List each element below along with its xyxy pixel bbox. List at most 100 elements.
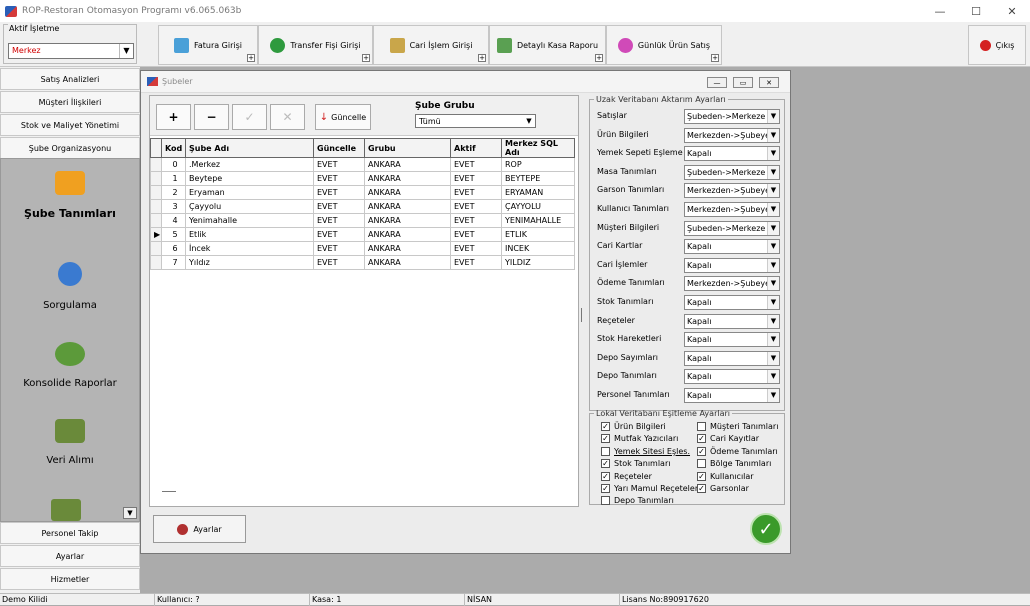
remote-sync-select[interactable]: Kapalı ▼ — [684, 295, 780, 310]
checked-box-icon[interactable]: ✓ — [697, 434, 706, 444]
local-sync-checkbox[interactable]: ✓ Stok Tanımları — [601, 459, 670, 469]
unchecked-box-icon[interactable] — [601, 496, 610, 506]
code-cell[interactable]: 5 — [161, 227, 186, 242]
active-cell[interactable]: EVET — [450, 185, 502, 200]
unchecked-box-icon[interactable] — [697, 422, 706, 431]
group-cell[interactable]: ANKARA — [364, 171, 451, 186]
remote-sync-select[interactable]: Kapalı ▼ — [684, 257, 780, 273]
code-cell[interactable]: 4 — [161, 213, 186, 228]
checked-box-icon[interactable]: ✓ — [601, 484, 610, 493]
branch-name-cell[interactable]: İncek — [185, 241, 314, 256]
branch-name-cell[interactable]: Beytepe — [185, 171, 314, 186]
remote-sync-select[interactable]: Kapalı ▼ — [684, 239, 780, 255]
code-cell[interactable]: 3 — [161, 199, 186, 214]
column-header-active[interactable]: Aktif — [450, 138, 502, 158]
branch-group-select[interactable]: Tümü ▼ — [415, 114, 536, 128]
group-cell[interactable]: ANKARA — [364, 185, 451, 200]
nav-query[interactable]: Sorgulama — [1, 262, 139, 311]
table-row[interactable]: 4 Yenimahalle EVET ANKARA EVET YENIMAHALLE — [150, 213, 575, 228]
update-cell[interactable]: EVET — [313, 227, 365, 242]
central-sql-name-cell[interactable]: ROP — [501, 157, 575, 172]
remote-sync-select[interactable]: Şubeden->Merkeze ▼ — [684, 220, 780, 236]
column-header-update[interactable]: Güncelle — [313, 138, 365, 158]
checked-box-icon[interactable]: ✓ — [697, 484, 706, 493]
update-cell[interactable]: EVET — [313, 185, 365, 200]
local-sync-checkbox[interactable]: Depo Tanımları — [601, 496, 674, 506]
expand-icon[interactable]: + — [362, 54, 370, 62]
table-row[interactable]: 3 Çayyolu EVET ANKARA EVET ÇAYYOLU — [150, 199, 575, 214]
window-minimize-button[interactable]: — — [707, 77, 727, 88]
table-row[interactable]: ▶ 5 Etlik EVET ANKARA EVET ETLIK — [150, 227, 575, 242]
remote-sync-select[interactable]: Merkezden->Şubeye ▼ — [684, 276, 780, 292]
settings-button[interactable]: Ayarlar — [153, 515, 246, 543]
central-sql-name-cell[interactable]: YILDIZ — [501, 255, 575, 270]
table-row[interactable]: 2 Eryaman EVET ANKARA EVET ERYAMAN — [150, 185, 575, 200]
active-business-select[interactable]: Merkez ▼ — [8, 43, 134, 59]
minimize-button[interactable]: — — [922, 0, 958, 22]
update-cell[interactable]: EVET — [313, 171, 365, 186]
nav-branch-organization[interactable]: Şube Organizasyonu — [0, 137, 140, 159]
group-cell[interactable]: ANKARA — [364, 199, 451, 214]
unchecked-box-icon[interactable] — [697, 459, 706, 469]
ok-check-button[interactable]: ✓ — [750, 513, 782, 545]
nav-staff-tracking[interactable]: Personel Takip — [0, 522, 140, 544]
branch-name-cell[interactable]: Yenimahalle — [185, 213, 314, 228]
close-button[interactable]: ✕ — [994, 0, 1030, 22]
nav-stock-cost[interactable]: Stok ve Maliyet Yönetimi — [0, 114, 140, 136]
table-row[interactable]: 7 Yıldız EVET ANKARA EVET YILDIZ — [150, 255, 575, 270]
nav-branch-definitions[interactable]: Şube Tanımları — [1, 171, 139, 220]
update-cell[interactable]: EVET — [313, 255, 365, 270]
central-sql-name-cell[interactable]: ÇAYYOLU — [501, 199, 575, 214]
local-sync-checkbox[interactable]: ✓ Garsonlar — [697, 484, 749, 493]
remote-sync-select[interactable]: Merkezden->Şubeye ▼ — [684, 183, 780, 199]
local-sync-checkbox[interactable]: ✓ Yarı Mamul Reçeteler — [601, 484, 698, 493]
code-cell[interactable]: 2 — [161, 185, 186, 200]
add-button[interactable]: + — [156, 104, 191, 130]
remote-sync-select[interactable]: Kapalı ▼ — [684, 388, 780, 403]
update-cell[interactable]: EVET — [313, 157, 365, 172]
group-cell[interactable]: ANKARA — [364, 157, 451, 172]
active-cell[interactable]: EVET — [450, 199, 502, 214]
column-header-branch-name[interactable]: Şube Adı — [185, 138, 314, 158]
central-sql-name-cell[interactable]: ERYAMAN — [501, 185, 575, 200]
code-cell[interactable]: 1 — [161, 171, 186, 186]
exit-button[interactable]: Çıkış — [968, 25, 1026, 65]
group-cell[interactable]: ANKARA — [364, 255, 451, 270]
nav-data-import[interactable]: Veri Alımı — [1, 419, 139, 466]
cash-report-button[interactable]: Detaylı Kasa Raporu + — [489, 25, 606, 65]
active-cell[interactable]: EVET — [450, 227, 502, 242]
central-sql-name-cell[interactable]: ETLIK — [501, 227, 575, 242]
branch-name-cell[interactable]: .Merkez — [185, 157, 314, 172]
remote-sync-select[interactable]: Kapalı ▼ — [684, 313, 780, 329]
code-cell[interactable]: 7 — [161, 255, 186, 270]
active-cell[interactable]: EVET — [450, 213, 502, 228]
local-sync-checkbox[interactable]: ✓ Cari Kayıtlar — [697, 434, 759, 444]
branch-name-cell[interactable]: Etlik — [185, 227, 314, 242]
cancel-button[interactable]: ✕ — [270, 104, 305, 130]
nav-sales-analysis[interactable]: Satış Analizleri — [0, 68, 140, 90]
remote-sync-select[interactable]: Şubeden->Merkeze ▼ — [684, 109, 780, 124]
group-cell[interactable]: ANKARA — [364, 227, 451, 242]
table-row[interactable]: 0 .Merkez EVET ANKARA EVET ROP — [150, 157, 575, 172]
expand-icon[interactable]: + — [595, 54, 603, 62]
remote-sync-select[interactable]: Şubeden->Merkeze ▼ — [684, 164, 780, 180]
nav-consolidated-reports[interactable]: Konsolide Raporlar — [1, 342, 139, 389]
code-cell[interactable]: 6 — [161, 241, 186, 256]
branch-name-cell[interactable]: Yıldız — [185, 255, 314, 270]
checked-box-icon[interactable]: ✓ — [697, 471, 706, 481]
local-sync-checkbox[interactable]: ✓ Reçeteler — [601, 471, 652, 481]
nav-services[interactable]: Hizmetler — [0, 568, 140, 590]
group-cell[interactable]: ANKARA — [364, 241, 451, 256]
local-sync-checkbox[interactable]: Yemek Sitesi Eşles. — [601, 446, 690, 456]
checked-box-icon[interactable]: ✓ — [601, 422, 610, 431]
panel-splitter[interactable] — [581, 308, 582, 322]
transfer-slip-button[interactable]: Transfer Fişi Girişi + — [258, 25, 373, 65]
local-sync-checkbox[interactable]: Müşteri Tanımları — [697, 422, 778, 431]
central-sql-name-cell[interactable]: BEYTEPE — [501, 171, 575, 186]
update-cell[interactable]: EVET — [313, 213, 365, 228]
central-sql-name-cell[interactable]: YENIMAHALLE — [501, 213, 575, 228]
active-cell[interactable]: EVET — [450, 255, 502, 270]
local-sync-checkbox[interactable]: ✓ Ödeme Tanımları — [697, 446, 778, 456]
table-row[interactable]: 6 İncek EVET ANKARA EVET INCEK — [150, 241, 575, 256]
code-cell[interactable]: 0 — [161, 157, 186, 172]
